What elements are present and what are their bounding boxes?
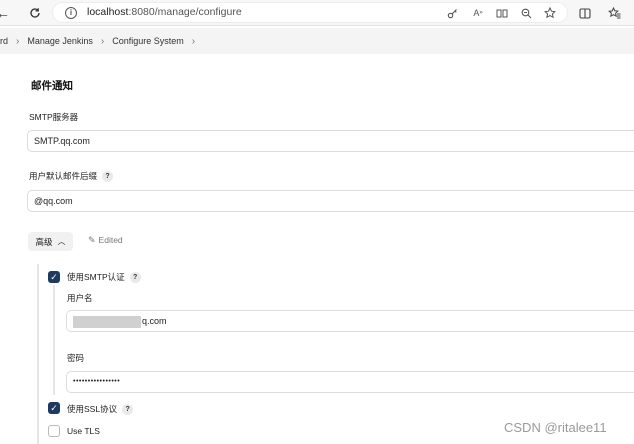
breadcrumb-manage-jenkins[interactable]: Manage Jenkins — [27, 36, 93, 46]
smtp-auth-checkbox[interactable]: ✓ — [48, 271, 60, 283]
chevron-right-icon: › — [16, 35, 20, 47]
smtp-server-label: SMTP服务器 — [29, 112, 79, 122]
site-info-icon[interactable]: i — [65, 7, 77, 19]
default-suffix-label-text: 用户默认邮件后缀 — [29, 171, 98, 181]
smtp-server-input[interactable]: SMTP.qq.com — [27, 130, 634, 152]
help-icon[interactable]: ? — [102, 171, 114, 183]
username-input[interactable]: q.com — [66, 310, 634, 332]
breadcrumb-dashboard[interactable]: rd — [0, 36, 8, 46]
breadcrumb-configure-system[interactable]: Configure System — [112, 36, 184, 46]
advanced-button-label: 高级 — [35, 236, 53, 247]
url-text: localhost:8080/manage/configure — [87, 6, 242, 18]
browser-toolbar: ← i localhost:8080/manage/configure A» — [0, 0, 634, 26]
zoom-out-icon[interactable] — [519, 6, 533, 20]
username-value: q.com — [142, 316, 167, 326]
advanced-button[interactable]: 高级 ︿ — [28, 232, 73, 251]
help-icon[interactable]: ? — [122, 404, 134, 416]
chevron-right-icon[interactable]: › — [192, 36, 195, 47]
split-screen-icon[interactable] — [576, 4, 594, 22]
breadcrumb: rd › Manage Jenkins › Configure System › — [0, 28, 634, 54]
tls-label: Use TLS — [67, 426, 100, 436]
edited-label: Edited — [98, 235, 123, 245]
address-bar[interactable]: i localhost:8080/manage/configure A» — [52, 2, 568, 23]
smtp-auth-section-divider — [53, 285, 55, 395]
edited-indicator: ✎ Edited — [88, 235, 123, 246]
chevron-right-icon: › — [100, 35, 105, 47]
main-content: 邮件通知 SMTP服务器 SMTP.qq.com 用户默认邮件后缀? @qq.c… — [0, 56, 634, 444]
reload-icon[interactable] — [26, 4, 44, 22]
password-input[interactable]: •••••••••••••••• — [66, 371, 634, 393]
advanced-section-divider — [37, 264, 39, 444]
immersive-reader-icon[interactable] — [495, 6, 509, 20]
watermark: CSDN @ritalee11 — [504, 420, 607, 435]
username-label: 用户名 — [67, 293, 93, 303]
ssl-label-text: 使用SSL协议 — [67, 404, 118, 414]
default-suffix-input[interactable]: @qq.com — [27, 190, 634, 212]
tls-checkbox[interactable] — [48, 425, 60, 437]
default-suffix-label: 用户默认邮件后缀? — [29, 170, 114, 183]
chevron-up-icon: ︿ — [57, 237, 66, 246]
ssl-label: 使用SSL协议? — [67, 403, 134, 416]
smtp-auth-label: 使用SMTP认证? — [67, 271, 141, 284]
read-aloud-icon[interactable]: A» — [471, 6, 485, 20]
redacted-block — [73, 315, 141, 328]
key-icon[interactable] — [445, 6, 459, 20]
smtp-auth-label-text: 使用SMTP认证 — [67, 272, 125, 282]
pencil-icon: ✎ — [88, 235, 96, 245]
help-icon[interactable]: ? — [129, 272, 141, 284]
favorites-icon[interactable] — [605, 4, 623, 22]
back-icon[interactable]: ← — [0, 4, 12, 22]
password-label: 密码 — [67, 353, 85, 363]
ssl-checkbox[interactable]: ✓ — [48, 402, 60, 414]
section-title: 邮件通知 — [31, 80, 73, 92]
favorite-add-icon[interactable] — [543, 6, 557, 20]
